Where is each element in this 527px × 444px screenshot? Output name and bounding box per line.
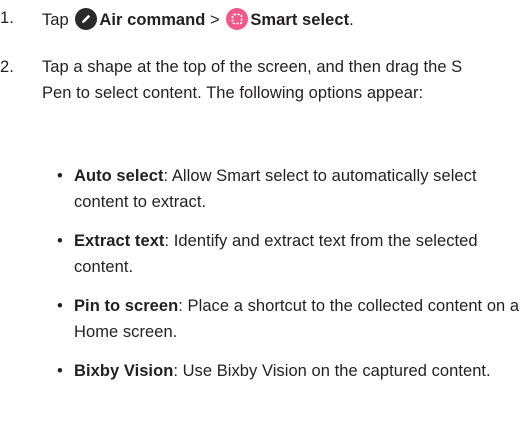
smart-select-label: Smart select [250, 11, 350, 29]
option-title: Extract text [74, 232, 165, 250]
list-item-body: Auto select: Allow Smart select to autom… [74, 163, 524, 215]
menu-separator: > [210, 11, 220, 29]
step-number: 1. [0, 9, 14, 27]
option-title: Bixby Vision [74, 362, 174, 380]
step-2: 2. Tap a shape at the top of the screen,… [0, 54, 485, 106]
smart-select-icon [226, 8, 249, 30]
list-item-body: Bixby Vision: Use Bixby Vision on the ca… [74, 358, 524, 384]
option-description: : Use Bixby Vision on the captured conte… [173, 362, 491, 380]
option-title: Auto select [74, 167, 164, 185]
bullet-dot: • [57, 167, 63, 185]
step-1-tap: Tap [42, 11, 69, 29]
option-title: Pin to screen [74, 297, 179, 315]
step-1-period: . [349, 11, 354, 29]
air-command-label: Air command [99, 11, 206, 29]
step-2-text: Tap a shape at the top of the screen, an… [42, 58, 463, 103]
list-item-body: Extract text: Identify and extract text … [74, 228, 524, 280]
bullet-dot: • [57, 232, 63, 250]
bullet-dot: • [57, 362, 63, 380]
list-item-body: Pin to screen: Place a shortcut to the c… [74, 293, 524, 345]
step-number: 2. [0, 58, 14, 76]
bullet-dot: • [57, 297, 63, 315]
pen-circle-icon [75, 8, 98, 30]
step-1-text: Tap Air command > Smart select. [42, 8, 354, 30]
